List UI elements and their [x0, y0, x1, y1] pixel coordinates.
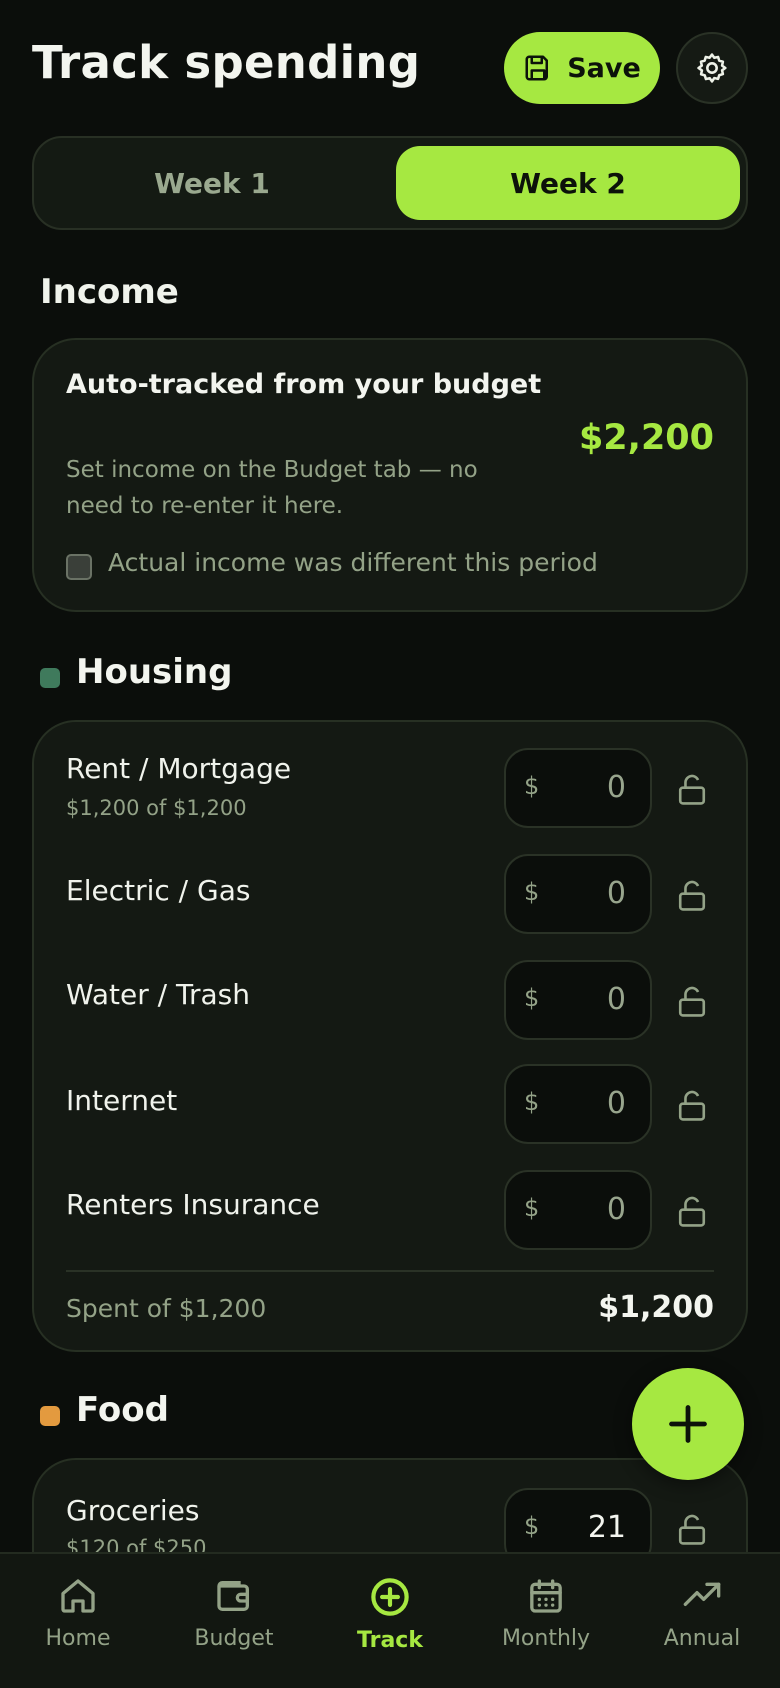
- amount-value: 0: [606, 982, 626, 1017]
- amount-input-renters-insurance[interactable]: $ 0: [504, 1170, 652, 1250]
- page-title: Track spending: [32, 36, 421, 89]
- currency-symbol: $: [524, 1088, 540, 1116]
- calendar-icon: [530, 1579, 562, 1613]
- gear-icon: [697, 53, 727, 83]
- nav-item-annual[interactable]: Annual: [624, 1554, 780, 1688]
- amount-input-internet[interactable]: $ 0: [504, 1064, 652, 1144]
- housing-color-dot: [40, 668, 60, 688]
- row-sub-rent: $1,200 of $1,200: [66, 796, 247, 820]
- housing-spent-label: Spent of $1,200: [66, 1294, 267, 1323]
- amount-input-electric[interactable]: $ 0: [504, 854, 652, 934]
- income-section-title: Income: [40, 272, 179, 312]
- income-different-label[interactable]: Actual income was different this period: [108, 548, 598, 577]
- housing-divider: [66, 1270, 714, 1272]
- income-amount: $2,200: [578, 418, 714, 458]
- row-label-renters-insurance: Renters Insurance: [66, 1188, 320, 1221]
- unlock-icon[interactable]: [676, 772, 708, 806]
- unlock-icon[interactable]: [676, 1088, 708, 1122]
- settings-button[interactable]: [676, 32, 748, 104]
- food-color-dot: [40, 1406, 60, 1426]
- amount-value: 21: [587, 1510, 626, 1545]
- save-button-label: Save: [567, 52, 641, 84]
- tab-week-2[interactable]: Week 2: [396, 146, 740, 220]
- nav-item-monthly[interactable]: Monthly: [468, 1554, 624, 1688]
- bottom-nav: Home Budget Track Monthly Annual: [0, 1552, 780, 1688]
- income-card-subtitle: Set income on the Budget tab — no need t…: [66, 457, 478, 519]
- unlock-icon[interactable]: [676, 1512, 708, 1546]
- currency-symbol: $: [524, 772, 540, 800]
- housing-section-title: Housing: [76, 652, 233, 692]
- amount-value: 0: [606, 770, 626, 805]
- currency-symbol: $: [524, 1512, 540, 1540]
- amount-value: 0: [606, 1192, 626, 1227]
- nav-item-track[interactable]: Track: [312, 1554, 468, 1688]
- nav-label-monthly: Monthly: [501, 1626, 591, 1651]
- income-different-checkbox[interactable]: [66, 554, 92, 580]
- amount-value: 0: [606, 1086, 626, 1121]
- nav-label-track: Track: [357, 1628, 423, 1653]
- wallet-icon: [217, 1581, 249, 1611]
- housing-spent-total: $1,200: [598, 1290, 714, 1325]
- row-label-groceries: Groceries: [66, 1494, 200, 1527]
- nav-item-budget[interactable]: Budget: [156, 1554, 312, 1688]
- tab-week-1[interactable]: Week 1: [42, 146, 382, 220]
- nav-label-budget: Budget: [194, 1626, 274, 1651]
- save-icon: [525, 55, 549, 81]
- amount-input-rent[interactable]: $ 0: [504, 748, 652, 828]
- row-label-electric: Electric / Gas: [66, 874, 251, 907]
- home-icon: [61, 1579, 95, 1613]
- row-label-rent: Rent / Mortgage: [66, 752, 292, 785]
- currency-symbol: $: [524, 878, 540, 906]
- week-tabs: Week 1 Week 2: [32, 136, 748, 230]
- row-label-internet: Internet: [66, 1084, 178, 1117]
- save-button[interactable]: Save: [504, 32, 660, 104]
- income-card-title: Auto-tracked from your budget: [66, 369, 542, 400]
- unlock-icon[interactable]: [676, 878, 708, 912]
- unlock-icon[interactable]: [676, 984, 708, 1018]
- food-section-title: Food: [76, 1390, 169, 1430]
- trending-up-icon: [683, 1582, 721, 1606]
- nav-item-home[interactable]: Home: [0, 1554, 156, 1688]
- amount-value: 0: [606, 876, 626, 911]
- amount-input-water[interactable]: $ 0: [504, 960, 652, 1040]
- currency-symbol: $: [524, 984, 540, 1012]
- plus-circle-icon: [371, 1578, 409, 1616]
- nav-label-home: Home: [45, 1626, 111, 1651]
- unlock-icon[interactable]: [676, 1194, 708, 1228]
- add-expense-button[interactable]: [632, 1368, 744, 1480]
- currency-symbol: $: [524, 1194, 540, 1222]
- plus-icon: [669, 1405, 707, 1443]
- nav-label-annual: Annual: [663, 1626, 741, 1651]
- row-label-water: Water / Trash: [66, 978, 250, 1011]
